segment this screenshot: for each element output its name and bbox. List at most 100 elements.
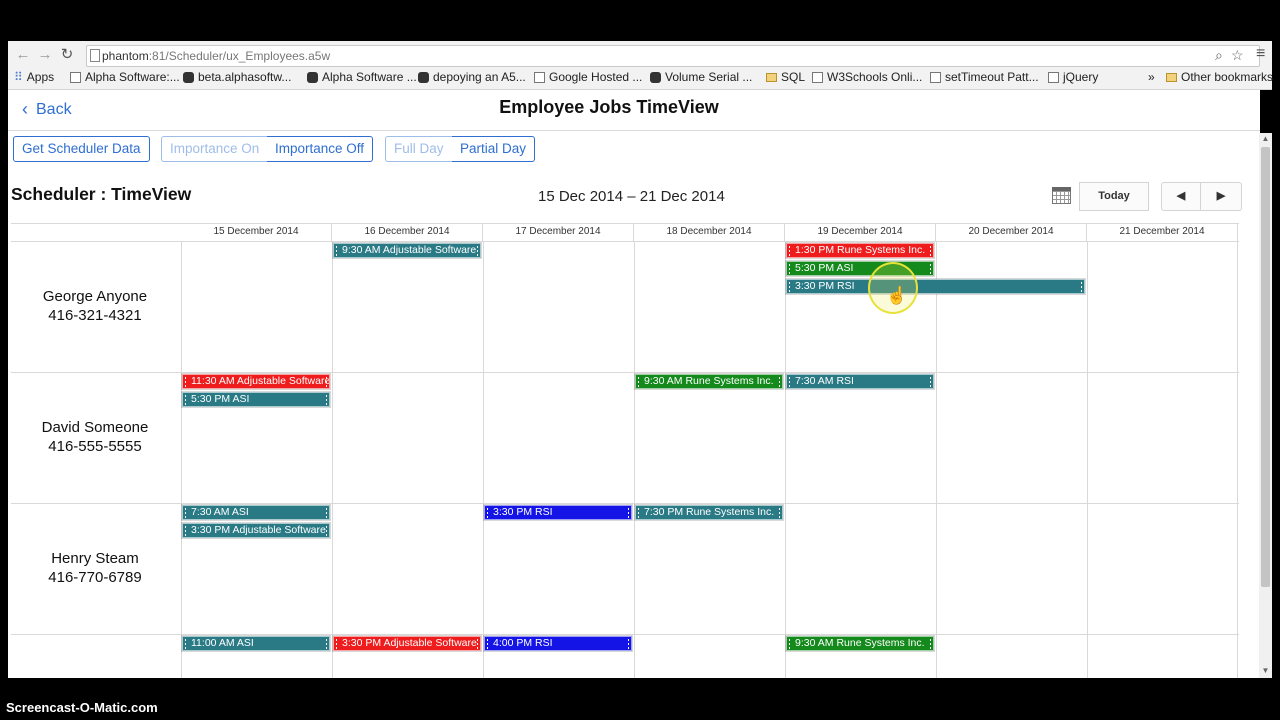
event-bar[interactable]: 3:30 PM Adjustable Software [181, 522, 331, 539]
event-bar[interactable]: 9:30 AM Adjustable Software [332, 242, 482, 259]
forward-arrow-icon[interactable]: → [36, 46, 54, 64]
w3schools-icon [812, 71, 823, 83]
event-label: 9:30 AM Rune Systems Inc. [795, 637, 925, 649]
bookmarks-overflow-button[interactable]: » [1148, 70, 1155, 84]
event-bar[interactable]: 9:30 AM Rune Systems Inc. [634, 373, 784, 390]
bookmark-item[interactable]: ⠿ Apps [14, 70, 54, 84]
day-header: 17 December 2014 [483, 223, 634, 241]
day-header: 20 December 2014 [936, 223, 1087, 241]
bookmark-item[interactable]: jQuery [1048, 70, 1098, 84]
bookmark-item[interactable]: Volume Serial ... [650, 70, 752, 84]
grid-line [11, 634, 1239, 635]
scroll-down-icon[interactable]: ▼ [1259, 665, 1272, 677]
search-icon[interactable]: ⌕ [1215, 47, 1223, 64]
page-scrollbar[interactable]: ▲ ▼ [1259, 133, 1272, 678]
grid-line [332, 241, 333, 678]
event-bar[interactable]: 3:30 PM RSI [785, 278, 1086, 295]
event-bar[interactable]: 11:00 AM ASI [181, 635, 331, 652]
event-bar[interactable]: 4:00 PM RSI [483, 635, 633, 652]
partial-day-button[interactable]: Partial Day [452, 136, 536, 162]
star-icon[interactable]: ☆ [1231, 47, 1244, 64]
page-header: ‹ Back Employee Jobs TimeView [8, 90, 1260, 131]
scheduler-title: Scheduler : TimeView [11, 184, 192, 204]
next-button[interactable]: ▶ [1201, 182, 1242, 211]
bookmark-item[interactable]: depoying an A5... [418, 70, 526, 84]
full-day-button[interactable]: Full Day [385, 136, 453, 162]
event-bar[interactable]: 7:30 PM Rune Systems Inc. [634, 504, 784, 521]
bookmark-label: SQL [781, 70, 806, 84]
page-icon [930, 71, 941, 83]
timeview-grid: 15 December 2014 16 December 2014 17 Decem… [11, 223, 1239, 678]
prev-button[interactable]: ◀ [1161, 182, 1201, 211]
event-label: 3:30 PM Adjustable Software [191, 524, 326, 536]
page-icon [183, 71, 194, 83]
importance-off-button[interactable]: Importance Off [267, 136, 374, 162]
bookmark-item[interactable]: setTimeout Patt... [930, 70, 1039, 84]
grid-line [634, 241, 635, 678]
grid-line [181, 241, 182, 678]
today-button[interactable]: Today [1079, 182, 1149, 211]
date-range: 15 Dec 2014 – 21 Dec 2014 [538, 188, 725, 205]
app-page: ‹ Back Employee Jobs TimeView Get Schedu… [8, 90, 1260, 678]
event-label: 3:30 PM Adjustable Software [342, 637, 477, 649]
employee-label: Henry Steam 416-770-6789 [11, 549, 179, 587]
employee-phone: 416-555-5555 [48, 438, 142, 455]
bookmark-label: depoying an A5... [433, 70, 526, 84]
event-bar[interactable]: 7:30 AM ASI [181, 504, 331, 521]
bookmarks-bar: ⠿ Apps Alpha Software:... beta.alphasoftw..… [8, 68, 1273, 88]
bookmark-item[interactable]: Google Hosted ... [534, 70, 642, 84]
address-bar[interactable]: phantom:81/Scheduler/ux_Employees.a5w ⌕ … [86, 45, 1260, 67]
employee-name: David Someone [41, 419, 149, 436]
event-bar[interactable]: 11:30 AM Adjustable Software [181, 373, 331, 390]
event-bar[interactable]: 3:30 PM RSI [483, 504, 633, 521]
grid-line [11, 223, 1239, 224]
event-bar[interactable]: 1:30 PM Rune Systems Inc. [785, 242, 935, 259]
bookmark-label: Alpha Software:... [85, 70, 180, 84]
event-bar[interactable]: 7:30 AM RSI [785, 373, 935, 390]
folder-icon [766, 72, 777, 82]
employee-label: David Someone 416-555-5555 [11, 418, 179, 456]
bookmark-item[interactable]: Alpha Software ... [307, 70, 417, 84]
bookmark-label: Apps [26, 70, 55, 84]
grid-line [483, 241, 484, 678]
url-host: phantom [102, 49, 149, 63]
menu-icon[interactable]: ≡ [1256, 45, 1265, 63]
bookmark-label: beta.alphasoftw... [198, 70, 292, 84]
event-label: 3:30 PM RSI [795, 280, 855, 292]
bookmark-item[interactable]: Other bookmarks [1166, 70, 1273, 84]
bookmark-item[interactable]: beta.alphasoftw... [183, 70, 291, 84]
calendar-icon[interactable] [1052, 187, 1071, 204]
scroll-thumb[interactable] [1261, 147, 1270, 587]
bookmark-label: W3Schools Onli... [827, 70, 923, 84]
grid-line [11, 372, 1239, 373]
url-text[interactable]: phantom:81/Scheduler/ux_Employees.a5w [102, 49, 330, 63]
bookmark-item[interactable]: Alpha Software:... [70, 70, 180, 84]
reload-icon[interactable]: ↻ [58, 46, 76, 64]
folder-icon [1166, 72, 1177, 82]
day-header: 21 December 2014 [1087, 223, 1238, 241]
employee-name: Henry Steam [51, 550, 139, 567]
bookmark-item[interactable]: SQL [766, 70, 805, 84]
hand-cursor-icon: ☝ [886, 286, 908, 305]
event-bar[interactable]: 3:30 PM Adjustable Software [332, 635, 482, 652]
bookmark-label: Other bookmarks [1181, 70, 1274, 84]
event-bar[interactable]: 9:30 AM Rune Systems Inc. [785, 635, 935, 652]
event-label: 1:30 PM Rune Systems Inc. [795, 244, 926, 256]
event-label: 9:30 AM Adjustable Software [342, 244, 477, 256]
alpha-icon [418, 71, 429, 83]
apps-grid-icon: ⠿ [14, 70, 23, 84]
scroll-up-icon[interactable]: ▲ [1259, 133, 1272, 145]
bookmark-label: Volume Serial ... [665, 70, 753, 84]
bookmark-label: Google Hosted ... [549, 70, 643, 84]
event-bar[interactable]: 5:30 PM ASI [181, 391, 331, 408]
employee-phone: 416-321-4321 [48, 307, 142, 324]
back-arrow-icon[interactable]: ← [14, 46, 32, 64]
importance-on-button[interactable]: Importance On [161, 136, 269, 162]
event-label: 9:30 AM Rune Systems Inc. [644, 375, 774, 387]
day-header: 16 December 2014 [332, 223, 483, 241]
employee-label: George Anyone 416-321-4321 [11, 287, 179, 325]
grid-line [1087, 241, 1088, 678]
event-label: 7:30 AM ASI [191, 506, 249, 518]
bookmark-item[interactable]: W3Schools Onli... [812, 70, 922, 84]
get-scheduler-data-button[interactable]: Get Scheduler Data [13, 136, 150, 162]
